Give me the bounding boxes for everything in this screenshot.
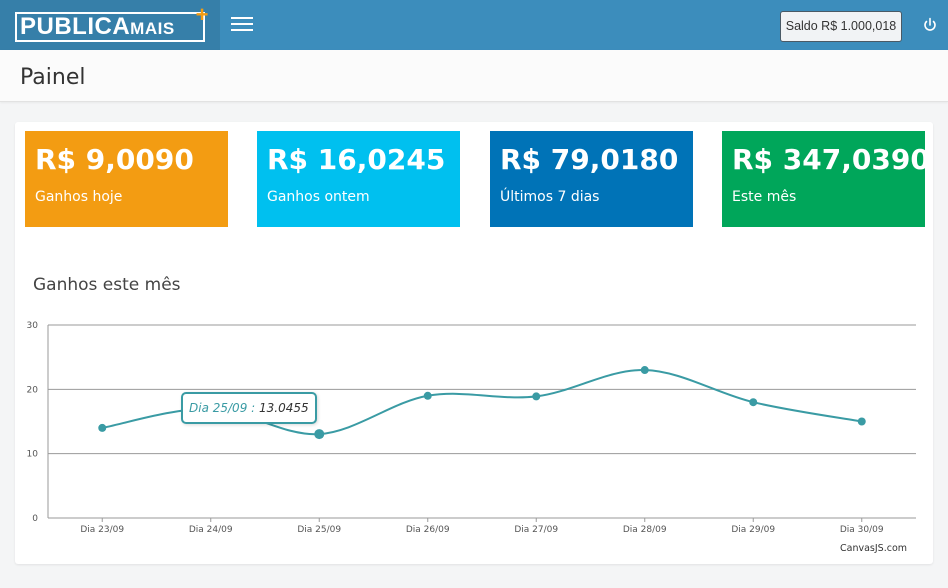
y-tick-label: 30 <box>27 321 39 331</box>
y-tick-label: 0 <box>32 514 38 524</box>
x-tick-label: Dia 30/09 <box>840 525 884 535</box>
earnings-line-chart: 0 10 20 30 Dia 23/09 Dia 24/09 Dia 25/09 Dia 26… <box>27 321 916 535</box>
x-tick-label: Dia 29/09 <box>731 525 775 535</box>
y-tick-label: 20 <box>27 385 39 395</box>
chart-tooltip: Dia 25/09 : 13.0455 <box>181 392 317 424</box>
y-tick-label: 10 <box>27 450 39 460</box>
data-point <box>749 398 758 407</box>
x-tick-label: Dia 26/09 <box>406 525 450 535</box>
x-tick-label: Dia 23/09 <box>80 525 124 535</box>
tooltip-x: Dia 25/09 : <box>189 401 256 415</box>
data-point <box>532 392 541 401</box>
tooltip-y: 13.0455 <box>259 401 309 415</box>
data-point <box>423 391 432 400</box>
x-tick-label: Dia 28/09 <box>623 525 667 535</box>
chart-credit[interactable]: CanvasJS.com <box>840 543 907 554</box>
data-point <box>640 366 649 375</box>
x-tick-label: Dia 27/09 <box>514 525 558 535</box>
data-point <box>98 423 107 432</box>
x-tick-label: Dia 25/09 <box>297 525 341 535</box>
data-point <box>857 417 866 426</box>
x-tick-label: Dia 24/09 <box>189 525 233 535</box>
data-point <box>314 429 325 440</box>
